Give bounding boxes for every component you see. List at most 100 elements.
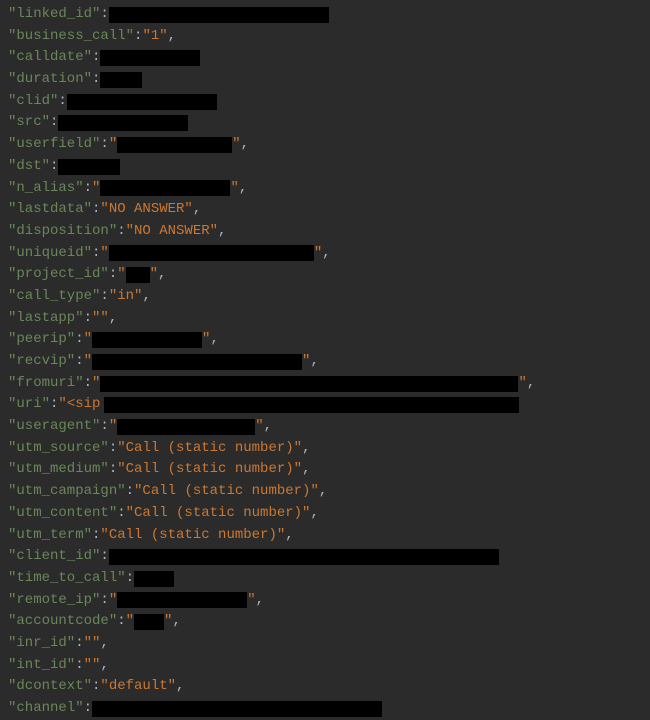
close-quote: " — [150, 264, 158, 286]
json-line: "utm_content": "Call (static number)", — [8, 503, 642, 525]
json-key: "call_type" — [8, 286, 100, 308]
json-key: "utm_term" — [8, 525, 92, 547]
redacted-block — [134, 571, 174, 587]
redacted-block — [92, 332, 202, 348]
redacted-block — [117, 137, 232, 153]
comma: , — [168, 26, 176, 48]
comma: , — [256, 590, 264, 612]
open-quote: " — [92, 178, 100, 200]
json-key: "channel" — [8, 698, 84, 720]
json-line: "lastdata": "NO ANSWER", — [8, 199, 642, 221]
colon: : — [100, 546, 108, 568]
comma: , — [527, 373, 535, 395]
colon: : — [50, 112, 58, 134]
redacted-block — [92, 701, 382, 717]
json-key: "n_alias" — [8, 178, 84, 200]
comma: , — [239, 178, 247, 200]
colon: : — [100, 4, 108, 26]
json-content: "linked_id": "business_call": "1","calld… — [8, 4, 642, 720]
comma: , — [319, 481, 327, 503]
redacted-block — [117, 419, 255, 435]
json-value: "NO ANSWER" — [126, 221, 218, 243]
colon: : — [109, 459, 117, 481]
json-key: "calldate" — [8, 47, 92, 69]
comma: , — [302, 459, 310, 481]
json-line: "fromuri": "", — [8, 373, 642, 395]
json-key: "userfield" — [8, 134, 100, 156]
colon: : — [75, 633, 83, 655]
colon: : — [126, 568, 134, 590]
json-key: "fromuri" — [8, 373, 84, 395]
colon: : — [58, 91, 66, 113]
comma: , — [193, 199, 201, 221]
json-value: "Call (static number)" — [117, 438, 302, 460]
close-quote: " — [255, 416, 263, 438]
json-value: "default" — [100, 676, 176, 698]
json-line: "utm_term": "Call (static number)", — [8, 525, 642, 547]
comma: , — [310, 503, 318, 525]
colon: : — [92, 243, 100, 265]
json-key: "time_to_call" — [8, 568, 126, 590]
json-line: "useragent": "", — [8, 416, 642, 438]
json-line: "duration": — [8, 69, 642, 91]
comma: , — [100, 633, 108, 655]
json-key: "disposition" — [8, 221, 117, 243]
json-key: "utm_source" — [8, 438, 109, 460]
json-line: "inr_id": "", — [8, 633, 642, 655]
json-line: "accountcode": "", — [8, 611, 642, 633]
json-line: "project_id": "", — [8, 264, 642, 286]
json-line: "userfield": "", — [8, 134, 642, 156]
open-quote: " — [84, 329, 92, 351]
json-line: "client_id": — [8, 546, 642, 568]
json-line: "disposition": "NO ANSWER", — [8, 221, 642, 243]
comma: , — [158, 264, 166, 286]
json-line: "dcontext": "default", — [8, 676, 642, 698]
json-line: "utm_campaign": "Call (static number)", — [8, 481, 642, 503]
json-key: "clid" — [8, 91, 58, 113]
redacted-block — [117, 592, 247, 608]
open-quote: " — [100, 243, 108, 265]
json-line: "peerip": "", — [8, 329, 642, 351]
json-key: "project_id" — [8, 264, 109, 286]
json-line: "business_call": "1", — [8, 26, 642, 48]
json-key: "business_call" — [8, 26, 134, 48]
comma: , — [322, 243, 330, 265]
json-line: "dst": — [8, 156, 642, 178]
json-key: "peerip" — [8, 329, 75, 351]
json-key: "src" — [8, 112, 50, 134]
redacted-block — [58, 159, 120, 175]
colon: : — [117, 221, 125, 243]
json-value: "" — [92, 308, 109, 330]
json-value-prefix: "<sip — [58, 394, 100, 416]
redacted-block — [126, 267, 150, 283]
json-line: "channel": — [8, 698, 642, 720]
json-value: "in" — [109, 286, 143, 308]
json-line: "recvip": "", — [8, 351, 642, 373]
colon: : — [92, 47, 100, 69]
redacted-block — [100, 376, 518, 392]
comma: , — [218, 221, 226, 243]
json-line: "uniqueid": "", — [8, 243, 642, 265]
open-quote: " — [109, 416, 117, 438]
json-line: "time_to_call": — [8, 568, 642, 590]
redacted-block — [100, 180, 230, 196]
json-key: "dst" — [8, 156, 50, 178]
json-value: "Call (static number)" — [100, 525, 285, 547]
json-line: "uri": "<sip — [8, 394, 642, 416]
open-quote: " — [109, 134, 117, 156]
open-quote: " — [109, 590, 117, 612]
comma: , — [176, 676, 184, 698]
colon: : — [92, 69, 100, 91]
json-value: "1" — [142, 26, 167, 48]
json-value: "Call (static number)" — [134, 481, 319, 503]
close-quote: " — [202, 329, 210, 351]
json-value: "Call (static number)" — [126, 503, 311, 525]
json-line: "n_alias": "", — [8, 178, 642, 200]
close-quote: " — [232, 134, 240, 156]
json-line: "int_id": "", — [8, 655, 642, 677]
json-value: "Call (static number)" — [117, 459, 302, 481]
json-key: "utm_campaign" — [8, 481, 126, 503]
json-value: "" — [84, 633, 101, 655]
colon: : — [75, 329, 83, 351]
json-line: "clid": — [8, 91, 642, 113]
